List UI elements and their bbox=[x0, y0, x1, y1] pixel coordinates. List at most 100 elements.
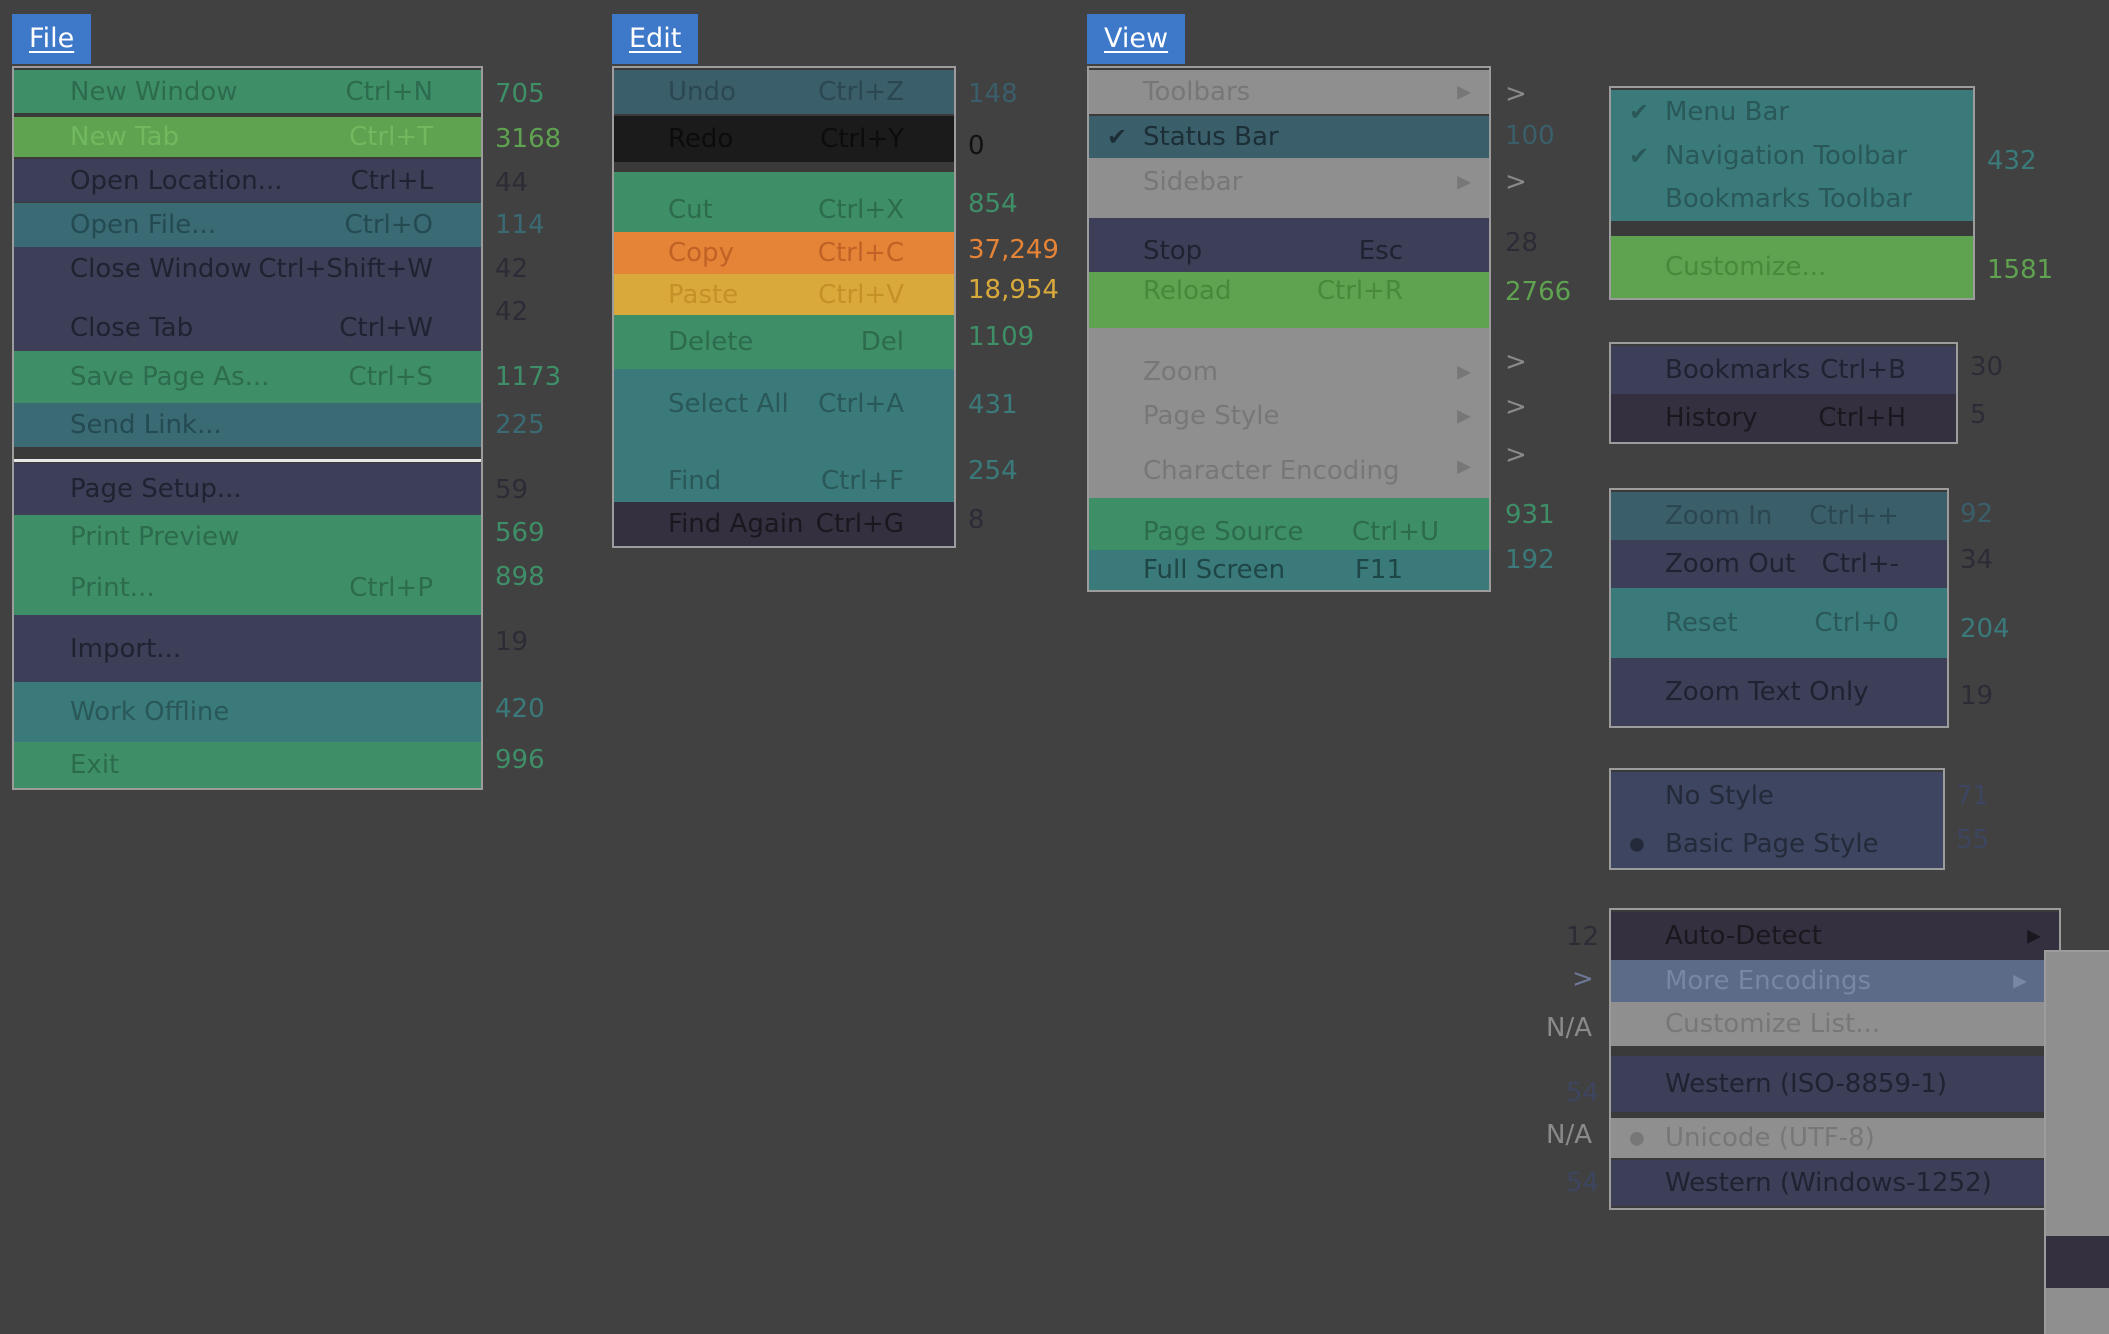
menu-item-cut[interactable]: Cut Ctrl+X bbox=[614, 172, 954, 232]
menu-item-label: Menu Bar bbox=[1665, 97, 1790, 127]
submenu-arrow-icon: ▶ bbox=[2027, 925, 2041, 947]
edit-menu-title[interactable]: Edit bbox=[612, 14, 699, 64]
submenu-item-bookmarks-toolbar[interactable]: Bookmarks Toolbar bbox=[1611, 177, 1973, 221]
submenu-item-navigation-toolbar[interactable]: ✔ Navigation Toolbar bbox=[1611, 134, 1973, 177]
menu-item-label: New Tab bbox=[70, 122, 179, 152]
menu-item-character-encoding[interactable]: Character Encoding ▶ bbox=[1089, 438, 1489, 498]
menu-item-import[interactable]: Import... bbox=[14, 615, 481, 682]
menu-item-full-screen[interactable]: Full Screen F11 bbox=[1089, 550, 1489, 590]
menu-item-close-tab[interactable]: Close Tab Ctrl+W bbox=[14, 290, 481, 351]
menu-item-work-offline[interactable]: Work Offline bbox=[14, 682, 481, 742]
submenu-item-basic-page-style[interactable]: ● Basic Page Style bbox=[1611, 820, 1943, 868]
submenu-item-clipped[interactable] bbox=[2046, 1236, 2109, 1288]
submenu-item-menu-bar[interactable]: ✔ Menu Bar bbox=[1611, 90, 1973, 134]
menu-item-shortcut: Ctrl+R bbox=[1316, 276, 1403, 306]
menu-item-shortcut: Ctrl+W bbox=[339, 313, 433, 343]
usage-count: 92 bbox=[1960, 499, 1994, 529]
menu-item-label: Select All bbox=[668, 389, 789, 419]
menu-item-print-preview[interactable]: Print Preview bbox=[14, 515, 481, 559]
menu-item-label: Western (Windows-1252) bbox=[1665, 1168, 1992, 1198]
menu-item-find-again[interactable]: Find Again Ctrl+G bbox=[614, 502, 954, 546]
submenu-item-customize[interactable]: Customize... bbox=[1611, 236, 1973, 298]
view-menu-title[interactable]: View bbox=[1087, 14, 1186, 64]
submenu-item-zoom-in[interactable]: Zoom In Ctrl++ bbox=[1611, 492, 1947, 540]
usage-count: > bbox=[1505, 347, 1527, 377]
usage-count: > bbox=[1505, 79, 1527, 109]
submenu-item-zoom-out[interactable]: Zoom Out Ctrl+- bbox=[1611, 540, 1947, 588]
usage-count: 0 bbox=[968, 131, 985, 161]
menu-item-stop[interactable]: Stop Esc bbox=[1089, 218, 1489, 272]
menu-item-reload[interactable]: Reload Ctrl+R bbox=[1089, 272, 1489, 328]
usage-count: > bbox=[1505, 167, 1527, 197]
character-encoding-submenu: Auto-Detect ▶ More Encodings ▶ Customize L… bbox=[1609, 908, 2061, 1210]
submenu-item-no-style[interactable]: No Style bbox=[1611, 772, 1943, 820]
submenu-item-bookmarks[interactable]: Bookmarks Ctrl+B bbox=[1611, 346, 1956, 394]
submenu-arrow-icon: ▶ bbox=[1457, 405, 1471, 427]
submenu-item-more-encodings[interactable]: More Encodings ▶ bbox=[1611, 960, 2045, 1002]
submenu-item-auto-detect[interactable]: Auto-Detect ▶ bbox=[1611, 912, 2059, 960]
menu-item-label: Unicode (UTF-8) bbox=[1665, 1123, 1875, 1153]
menu-item-page-style[interactable]: Page Style ▶ bbox=[1089, 394, 1489, 438]
menu-item-shortcut: Ctrl+T bbox=[349, 122, 433, 152]
menu-item-shortcut: Esc bbox=[1358, 236, 1403, 266]
menu-item-shortcut: Ctrl+X bbox=[818, 195, 904, 225]
menu-item-page-setup[interactable]: Page Setup... bbox=[14, 463, 481, 515]
usage-count: 1581 bbox=[1987, 255, 2054, 285]
menu-item-paste[interactable]: Paste Ctrl+V bbox=[614, 274, 954, 315]
usage-count: 71 bbox=[1956, 781, 1990, 811]
usage-count: 59 bbox=[495, 475, 529, 505]
menu-item-label: Zoom Out bbox=[1665, 549, 1796, 579]
menu-item-shortcut: Ctrl+V bbox=[818, 279, 904, 310]
menu-item-label: Print Preview bbox=[70, 522, 240, 552]
menu-item-label: Western (ISO-8859-1) bbox=[1665, 1069, 1948, 1099]
usage-count: 30 bbox=[1970, 352, 2004, 382]
menu-item-send-link[interactable]: Send Link... bbox=[14, 403, 481, 447]
menu-item-exit[interactable]: Exit bbox=[14, 742, 481, 788]
usage-count: 2766 bbox=[1505, 277, 1572, 307]
menu-item-redo[interactable]: Redo Ctrl+Y bbox=[614, 116, 954, 162]
usage-count: 34 bbox=[1960, 545, 1994, 575]
usage-count: 37,249 bbox=[968, 235, 1059, 265]
submenu-item-customize-list[interactable]: Customize List... bbox=[1611, 1002, 2045, 1046]
menu-item-open-location[interactable]: Open Location... Ctrl+L bbox=[14, 159, 481, 202]
menu-item-label: Delete bbox=[668, 327, 754, 357]
menu-item-new-tab[interactable]: New Tab Ctrl+T bbox=[14, 117, 481, 157]
menu-item-delete[interactable]: Delete Del bbox=[614, 315, 954, 369]
menu-item-find[interactable]: Find Ctrl+F bbox=[614, 439, 954, 502]
menu-item-label: Stop bbox=[1143, 236, 1203, 266]
menu-item-label: Zoom bbox=[1143, 357, 1218, 387]
page-style-submenu: No Style ● Basic Page Style bbox=[1609, 768, 1945, 870]
menu-item-print[interactable]: Print... Ctrl+P bbox=[14, 559, 481, 615]
menu-item-sidebar[interactable]: Sidebar ▶ bbox=[1089, 158, 1489, 218]
menu-item-zoom[interactable]: Zoom ▶ bbox=[1089, 328, 1489, 394]
menu-item-copy[interactable]: Copy Ctrl+C bbox=[614, 232, 954, 274]
menu-item-shortcut: Ctrl+Y bbox=[820, 124, 904, 154]
menu-item-save-page-as[interactable]: Save Page As... Ctrl+S bbox=[14, 351, 481, 403]
menu-item-toolbars[interactable]: Toolbars ▶ bbox=[1089, 70, 1489, 114]
menu-item-close-window[interactable]: Close Window Ctrl+Shift+W bbox=[14, 247, 481, 290]
usage-count: 204 bbox=[1960, 614, 2010, 644]
menu-item-label: Page Source bbox=[1143, 517, 1304, 547]
menu-item-new-window[interactable]: New Window Ctrl+N bbox=[14, 70, 481, 113]
usage-count: > bbox=[1505, 440, 1527, 470]
usage-count: 8 bbox=[968, 505, 985, 535]
menu-item-select-all[interactable]: Select All Ctrl+A bbox=[614, 369, 954, 439]
menu-item-label: Reload bbox=[1143, 276, 1232, 306]
submenu-item-history[interactable]: History Ctrl+H bbox=[1611, 394, 1956, 442]
menu-item-label: Navigation Toolbar bbox=[1665, 140, 1908, 171]
view-menu: Toolbars ▶ ✔ Status Bar Sidebar ▶ Stop Esc R… bbox=[1087, 66, 1491, 592]
menu-item-status-bar[interactable]: ✔ Status Bar bbox=[1089, 116, 1489, 158]
submenu-item-unicode-utf8[interactable]: ● Unicode (UTF-8) bbox=[1611, 1118, 2045, 1158]
menu-item-undo[interactable]: Undo Ctrl+Z bbox=[614, 70, 954, 114]
usage-count: 28 bbox=[1505, 228, 1539, 258]
submenu-item-reset[interactable]: Reset Ctrl+0 bbox=[1611, 588, 1947, 658]
file-menu-title[interactable]: File bbox=[12, 14, 92, 64]
submenu-item-western-iso[interactable]: Western (ISO-8859-1) bbox=[1611, 1056, 2045, 1112]
submenu-item-western-windows[interactable]: Western (Windows-1252) bbox=[1611, 1160, 2045, 1206]
menu-item-shortcut: Ctrl+Shift+W bbox=[258, 253, 433, 284]
submenu-item-zoom-text-only[interactable]: Zoom Text Only bbox=[1611, 658, 1947, 726]
menu-item-open-file[interactable]: Open File... Ctrl+O bbox=[14, 203, 481, 247]
menu-item-label: Import... bbox=[70, 633, 182, 664]
usage-count: 254 bbox=[968, 456, 1018, 486]
menu-item-page-source[interactable]: Page Source Ctrl+U bbox=[1089, 498, 1489, 550]
